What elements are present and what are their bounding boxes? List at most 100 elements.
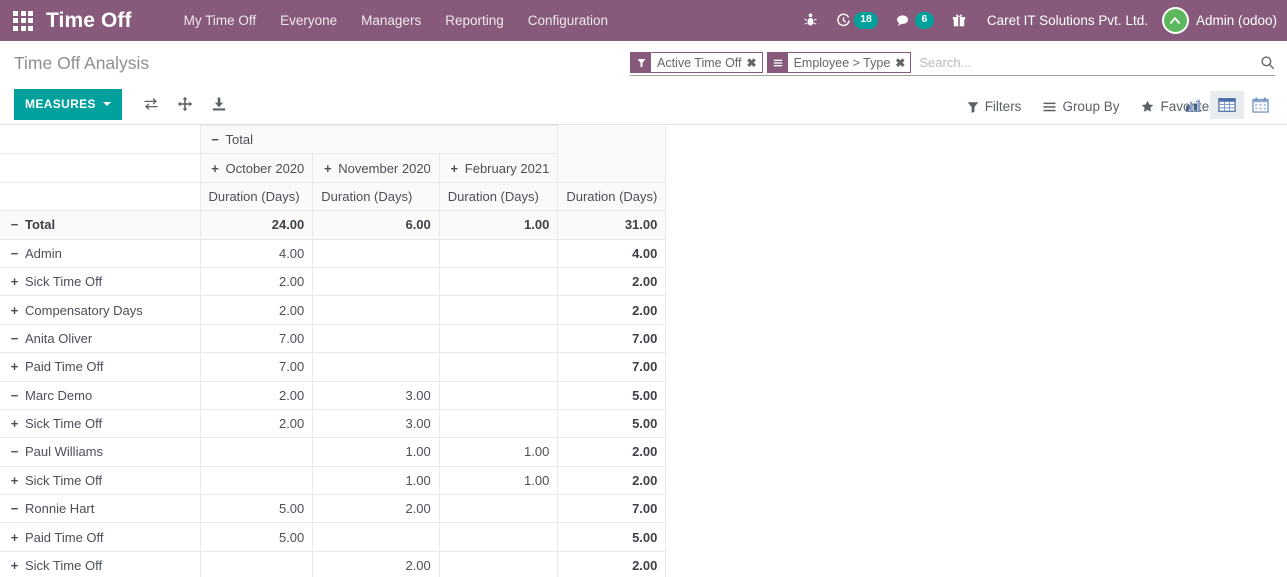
column-header-october-2020[interactable]: +October 2020 [200,154,313,182]
cell-value[interactable] [200,551,313,577]
remove-facet-icon[interactable]: ✖ [895,53,910,72]
row-header-sick-time-off[interactable]: +Sick Time Off [0,466,200,494]
cell-value[interactable] [313,296,440,324]
group-by-button[interactable]: Group By [1032,93,1130,120]
cell-value[interactable]: 3.00 [313,409,440,437]
cell-row-total[interactable]: 2.00 [558,551,666,577]
company-switcher[interactable]: Caret IT Solutions Pvt. Ltd. [987,13,1148,28]
row-header-admin[interactable]: −Admin [0,239,200,267]
activity-clock-button[interactable]: 18 [827,12,887,28]
row-header-ronnie-hart[interactable]: −Ronnie Hart [0,495,200,523]
cell-value[interactable]: 1.00 [313,466,440,494]
row-header-total[interactable]: −Total [0,211,200,239]
cell-value[interactable] [313,353,440,381]
bug-icon[interactable] [794,13,827,28]
menu-item-reporting[interactable]: Reporting [433,2,516,39]
remove-facet-icon[interactable]: ✖ [747,53,762,72]
cell-value[interactable] [439,267,558,295]
menu-item-everyone[interactable]: Everyone [268,2,349,39]
menu-item-configuration[interactable]: Configuration [516,2,620,39]
cell-value[interactable]: 4.00 [200,239,313,267]
apps-menu-button[interactable] [0,0,46,41]
flip-axis-icon[interactable] [134,90,168,118]
download-xlsx-icon[interactable] [202,90,236,118]
row-header-paid-time-off[interactable]: +Paid Time Off [0,353,200,381]
cell-value[interactable] [313,324,440,352]
cell-value[interactable]: 24.00 [200,211,313,239]
search-input[interactable] [915,55,1254,70]
cell-row-total[interactable]: 2.00 [558,438,666,466]
cell-value[interactable]: 7.00 [200,324,313,352]
row-header-paul-williams[interactable]: −Paul Williams [0,438,200,466]
row-header-marc-demo[interactable]: −Marc Demo [0,381,200,409]
cell-row-total[interactable]: 7.00 [558,495,666,523]
cell-value[interactable]: 2.00 [313,495,440,523]
messages-button[interactable]: 6 [887,12,943,28]
cell-row-total[interactable]: 31.00 [558,211,666,239]
column-header-february-2021[interactable]: +February 2021 [439,154,558,182]
menu-item-my-time-off[interactable]: My Time Off [172,2,269,39]
cell-value[interactable] [439,381,558,409]
row-header-compensatory-days[interactable]: +Compensatory Days [0,296,200,324]
search-icon[interactable] [1254,55,1275,70]
cell-value[interactable]: 5.00 [200,495,313,523]
gift-icon[interactable] [943,13,975,28]
cell-value[interactable] [439,409,558,437]
measure-header-february[interactable]: Duration (Days) [439,182,558,210]
cell-row-total[interactable]: 5.00 [558,381,666,409]
measure-header-october[interactable]: Duration (Days) [200,182,313,210]
cell-row-total[interactable]: 2.00 [558,466,666,494]
cell-value[interactable]: 5.00 [200,523,313,551]
cell-value[interactable] [439,296,558,324]
graph-view-button[interactable] [1177,91,1210,119]
measure-header-total[interactable]: Duration (Days) [558,182,666,210]
cell-value[interactable]: 2.00 [200,296,313,324]
cell-value[interactable]: 6.00 [313,211,440,239]
cell-value[interactable]: 7.00 [200,353,313,381]
cell-value[interactable] [200,466,313,494]
cell-value[interactable]: 1.00 [439,466,558,494]
menu-item-managers[interactable]: Managers [349,2,433,39]
cell-value[interactable]: 2.00 [313,551,440,577]
column-group-total[interactable]: −Total [200,126,558,154]
pivot-view-button[interactable] [1210,91,1244,119]
cell-value[interactable] [200,438,313,466]
measures-button[interactable]: MEASURES [14,89,122,120]
cell-row-total[interactable]: 2.00 [558,296,666,324]
cell-value[interactable] [439,239,558,267]
cell-value[interactable] [439,495,558,523]
row-header-sick-time-off[interactable]: +Sick Time Off [0,409,200,437]
cell-value[interactable]: 2.00 [200,409,313,437]
cell-row-total[interactable]: 7.00 [558,353,666,381]
search-box[interactable]: Active Time Off ✖ Employee > Type ✖ [630,51,1275,76]
cell-value[interactable]: 3.00 [313,381,440,409]
expand-all-icon[interactable] [168,90,202,118]
app-brand-title[interactable]: Time Off [46,9,132,33]
cell-value[interactable] [313,267,440,295]
row-header-paid-time-off[interactable]: +Paid Time Off [0,523,200,551]
cell-value[interactable] [439,551,558,577]
cell-value[interactable] [439,353,558,381]
cell-value[interactable] [313,523,440,551]
cell-value[interactable]: 2.00 [200,381,313,409]
search-facet-active-time-off[interactable]: Active Time Off ✖ [630,52,763,73]
user-menu[interactable]: Admin (odoo) [1162,7,1277,34]
row-header-sick-time-off[interactable]: +Sick Time Off [0,267,200,295]
cell-row-total[interactable]: 7.00 [558,324,666,352]
cell-row-total[interactable]: 2.00 [558,267,666,295]
row-header-anita-oliver[interactable]: −Anita Oliver [0,324,200,352]
cell-row-total[interactable]: 5.00 [558,523,666,551]
cell-value[interactable]: 2.00 [200,267,313,295]
measure-header-november[interactable]: Duration (Days) [313,182,440,210]
filters-button[interactable]: Filters [956,93,1033,120]
row-header-sick-time-off[interactable]: +Sick Time Off [0,551,200,577]
cell-row-total[interactable]: 4.00 [558,239,666,267]
cell-value[interactable] [313,239,440,267]
cell-value[interactable]: 1.00 [439,211,558,239]
column-header-november-2020[interactable]: +November 2020 [313,154,440,182]
cell-value[interactable] [439,523,558,551]
calendar-view-button[interactable] [1244,91,1277,119]
search-facet-employee-type[interactable]: Employee > Type ✖ [767,52,912,73]
cell-value[interactable]: 1.00 [313,438,440,466]
cell-value[interactable] [439,324,558,352]
